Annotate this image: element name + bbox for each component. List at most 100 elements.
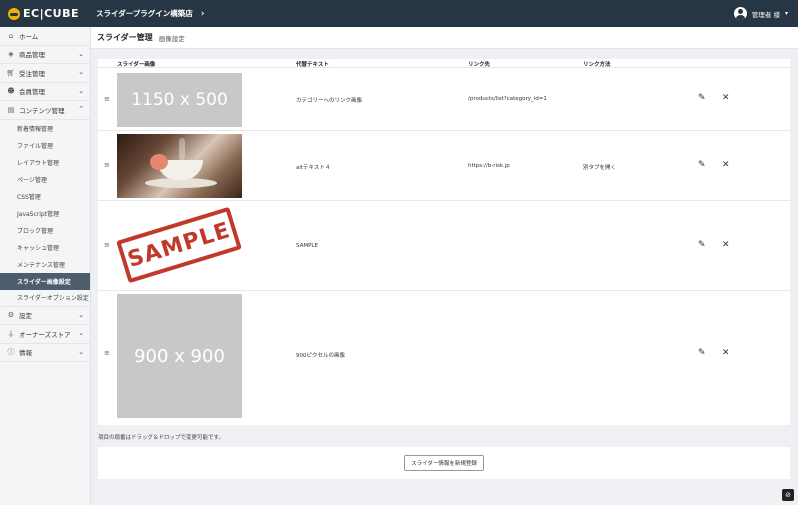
alt-text: 900ピクセルの画像 — [296, 353, 345, 359]
photo-steam — [179, 138, 185, 160]
drag-handle-icon[interactable]: ≡ — [104, 241, 110, 249]
alt-text: altテキスト４ — [296, 165, 331, 171]
delete-x-icon[interactable]: ✕ — [722, 348, 730, 358]
sidebar-subitem-javascript[interactable]: JavaScript管理 — [0, 205, 90, 222]
table-row[interactable]: ≡ SAMPLE SAMPLE ✎ ✕ — [98, 201, 790, 291]
chevron-down-icon: ▾ — [784, 10, 788, 17]
sample-stamp-text: SAMPLE — [124, 217, 234, 273]
column-header-method: リンク方法 — [583, 62, 611, 68]
sidebar-item-label: 商品管理 — [19, 51, 45, 60]
chevron-down-icon: ⌄ — [78, 310, 84, 319]
edit-pencil-icon[interactable]: ✎ — [698, 348, 706, 358]
cart-icon: 🛒︎ — [6, 68, 16, 77]
top-header: EC|CUBE スライダープラグイン構築店 › 管理者 様 ▾ — [0, 0, 798, 27]
sidebar-item-owners-store[interactable]: ⏚ オーナーズストア ⌄ — [0, 325, 90, 344]
chevron-right-icon[interactable]: › — [201, 9, 205, 19]
chevron-down-icon: ⌄ — [78, 68, 84, 76]
main-content: スライダー管理 画像設定 スライダー画像 代替テキスト リンク先 リンク方法 ≡… — [91, 27, 798, 505]
sidebar-subitem-news[interactable]: 新着情報管理 — [0, 120, 90, 137]
sidebar-item-label: コンテンツ管理 — [19, 106, 65, 115]
slider-image-placeholder: 900 x 900 — [117, 294, 242, 418]
sidebar-subitem-cache[interactable]: キャッシュ管理 — [0, 239, 90, 256]
sidebar-item-label: オーナーズストア — [19, 330, 71, 339]
sidebar-subitem-slider-options[interactable]: スライダーオプション設定 — [0, 290, 90, 307]
home-icon: ⌂ — [8, 31, 14, 40]
drag-handle-icon[interactable]: ≡ — [104, 161, 110, 169]
sidebar-item-label: 設定 — [19, 312, 32, 321]
sidebar-item-contents[interactable]: ▤ コンテンツ管理 ⌃ — [0, 101, 90, 120]
sidebar-item-home[interactable]: ⌂ ホーム — [0, 27, 90, 46]
table-row[interactable]: ≡ 1150 x 500 カテゴリーへのリンク画像 /products/list… — [98, 68, 790, 131]
image-placeholder-label: 900 x 900 — [134, 345, 225, 367]
page-title: スライダー管理 — [97, 33, 153, 42]
add-panel: スライダー情報を新規登録 — [98, 447, 790, 479]
drag-handle-icon[interactable]: ≡ — [104, 95, 110, 103]
user-menu[interactable]: 管理者 様 ▾ — [733, 0, 788, 27]
gear-icon: ⚙ — [7, 311, 15, 320]
table-row[interactable]: ≡ 900 x 900 900ピクセルの画像 ✎ ✕ — [98, 291, 790, 423]
alt-text: カテゴリーへのリンク画像 — [296, 98, 363, 104]
column-header-image: スライダー画像 — [117, 62, 156, 68]
logo[interactable]: EC|CUBE — [8, 7, 96, 20]
column-header-link: リンク先 — [468, 62, 491, 68]
users-icon: ☻ — [7, 87, 15, 96]
sidebar-item-label: 情報 — [19, 349, 32, 358]
corner-badge-icon[interactable]: ⊘ — [782, 489, 794, 501]
chevron-down-icon: ⌄ — [78, 49, 84, 58]
photo-flower — [150, 154, 168, 170]
sidebar-subitem-layout[interactable]: レイアウト管理 — [0, 154, 90, 171]
link-method: 別タブを開く — [583, 165, 617, 171]
info-icon: ⓘ — [7, 348, 15, 357]
sidebar-subitem-css[interactable]: CSS管理 — [0, 188, 90, 205]
chevron-down-icon: ⌄ — [78, 86, 84, 95]
slider-image-photo — [117, 134, 242, 198]
chevron-up-icon: ⌃ — [78, 105, 84, 113]
sidebar-item-label: 受注管理 — [19, 69, 45, 78]
sidebar-subitem-maintenance[interactable]: メンテナンス管理 — [0, 256, 90, 273]
delete-x-icon[interactable]: ✕ — [722, 160, 730, 170]
user-name: 管理者 様 — [751, 10, 780, 19]
slider-image-placeholder: 1150 x 500 — [117, 73, 242, 127]
chevron-down-icon: ⌄ — [78, 329, 84, 337]
plug-icon: ⏚ — [7, 329, 15, 338]
sidebar-subitem-blocks[interactable]: ブロック管理 — [0, 222, 90, 239]
chevron-down-icon: ⌄ — [78, 347, 84, 356]
table-row[interactable]: ≡ altテキスト４ https://b-risk.jp 別タブを開く ✎ ✕ — [98, 131, 790, 201]
drag-handle-icon[interactable]: ≡ — [104, 349, 110, 357]
sidebar-item-label: ホーム — [19, 32, 39, 41]
add-slider-button[interactable]: スライダー情報を新規登録 — [404, 455, 484, 471]
sidebar: ⌂ ホーム ◈ 商品管理 ⌄ 🛒︎ 受注管理 ⌄ ☻ 会員管理 ⌄ ▤ コンテン… — [0, 27, 91, 505]
sidebar-item-label: 会員管理 — [19, 88, 45, 97]
user-avatar-icon — [733, 7, 747, 20]
slider-table: スライダー画像 代替テキスト リンク先 リンク方法 ≡ 1150 x 500 カ… — [98, 59, 790, 425]
edit-pencil-icon[interactable]: ✎ — [698, 93, 706, 103]
cube-icon: ◈ — [8, 50, 14, 59]
link-url: /products/list?category_id=1 — [468, 96, 547, 102]
edit-pencil-icon[interactable]: ✎ — [698, 240, 706, 250]
image-placeholder-label: 1150 x 500 — [131, 90, 228, 110]
sidebar-subitem-files[interactable]: ファイル管理 — [0, 137, 90, 154]
sidebar-subitem-slider-images[interactable]: スライダー画像設定 — [0, 272, 90, 290]
delete-x-icon[interactable]: ✕ — [722, 240, 730, 250]
logo-mark-icon — [8, 7, 20, 20]
sidebar-item-orders[interactable]: 🛒︎ 受注管理 ⌄ — [0, 64, 90, 83]
sidebar-item-info[interactable]: ⓘ 情報 ⌄ — [0, 344, 90, 362]
alt-text: SAMPLE — [296, 243, 318, 249]
delete-x-icon[interactable]: ✕ — [722, 93, 730, 103]
sidebar-item-settings[interactable]: ⚙ 設定 ⌄ — [0, 307, 90, 325]
slider-image-sample: SAMPLE — [116, 206, 242, 284]
drag-drop-note: 項目の順番はドラッグ＆ドロップで変更可能です。 — [98, 435, 224, 441]
link-url: https://b-risk.jp — [468, 163, 510, 169]
sample-stamp: SAMPLE — [116, 206, 242, 284]
sidebar-item-customers[interactable]: ☻ 会員管理 ⌄ — [0, 83, 90, 101]
edit-pencil-icon[interactable]: ✎ — [698, 160, 706, 170]
page-titlebar: スライダー管理 画像設定 — [91, 27, 798, 49]
shop-name[interactable]: スライダープラグイン構築店 — [96, 8, 193, 19]
document-icon: ▤ — [7, 105, 15, 114]
table-header: スライダー画像 代替テキスト リンク先 リンク方法 — [98, 59, 790, 68]
column-header-alt: 代替テキスト — [296, 62, 329, 68]
sidebar-subitem-pages[interactable]: ページ管理 — [0, 171, 90, 188]
logo-text: EC|CUBE — [23, 7, 80, 20]
sidebar-item-products[interactable]: ◈ 商品管理 ⌄ — [0, 46, 90, 64]
page-subtitle: 画像設定 — [158, 34, 185, 43]
